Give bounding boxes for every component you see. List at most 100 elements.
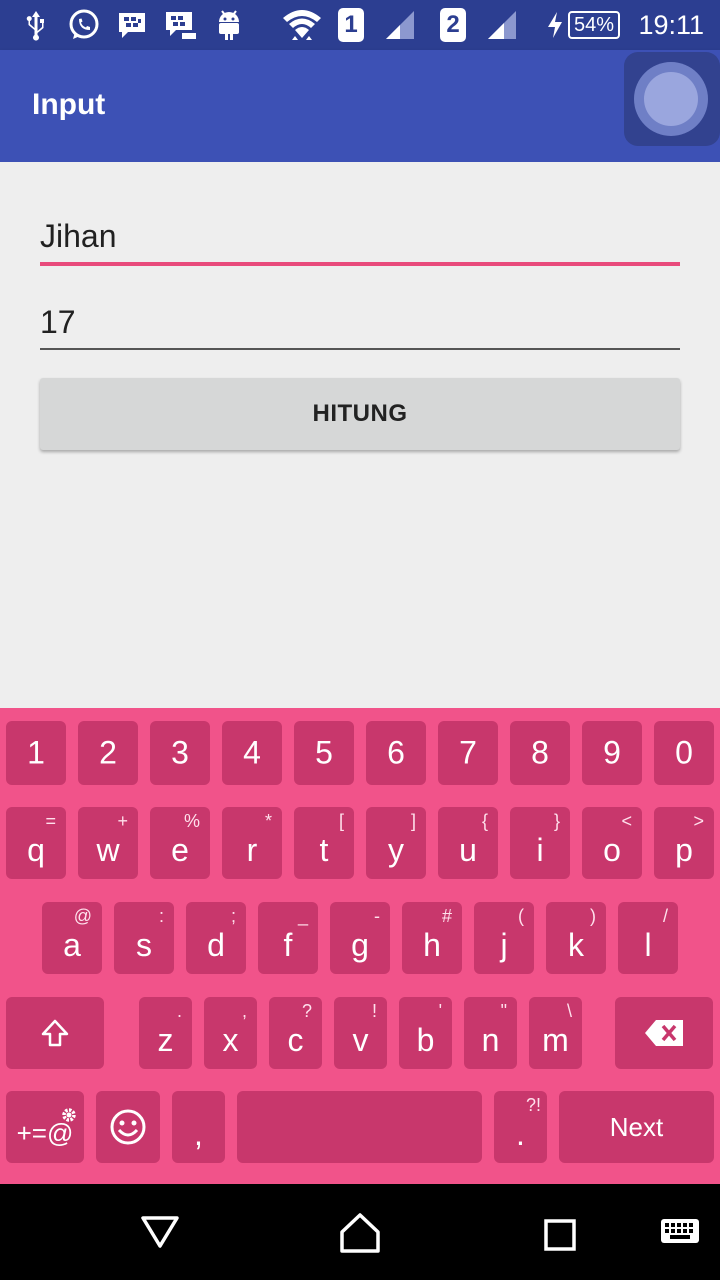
key-f-label: f	[283, 927, 293, 963]
key-a-hint: @	[73, 906, 92, 926]
key-k[interactable]: ) k	[546, 902, 606, 974]
status-bar: 1 2 54% 19:11	[0, 0, 720, 50]
name-input[interactable]: Jihan	[40, 218, 680, 266]
settings-icon	[60, 1095, 78, 1132]
period-key-label: .	[516, 1116, 525, 1152]
key-s-label: s	[136, 927, 152, 963]
key-2[interactable]: 2	[78, 721, 138, 785]
key-l-label: l	[644, 927, 652, 963]
key-g[interactable]: -g	[330, 902, 390, 974]
symbols-key[interactable]: +=@	[6, 1091, 84, 1163]
key-4[interactable]: 4	[222, 721, 282, 785]
key-b[interactable]: ' b	[399, 997, 452, 1069]
key-1[interactable]: 1	[6, 721, 66, 785]
backspace-icon	[645, 1020, 683, 1046]
comma-key[interactable]: ,	[172, 1091, 225, 1163]
key-7[interactable]: 7	[438, 721, 498, 785]
key-m-label: m	[542, 1022, 569, 1058]
key-6[interactable]: 6	[366, 721, 426, 785]
key-6-label: 6	[387, 734, 405, 771]
sim1-label: 1	[338, 8, 364, 42]
key-n[interactable]: " n	[464, 997, 517, 1069]
recents-button[interactable]	[543, 1218, 577, 1257]
key-o[interactable]: < o	[582, 807, 642, 879]
key-z-hint: .	[176, 1001, 182, 1021]
battery-percent: 54%	[568, 11, 621, 39]
back-button[interactable]	[140, 1214, 180, 1255]
key-l[interactable]: / l	[618, 902, 678, 974]
key-s[interactable]: :s	[114, 902, 174, 974]
main-content: Jihan 17 HITUNG	[0, 162, 720, 708]
shift-key[interactable]	[6, 997, 104, 1069]
key-3[interactable]: 3	[150, 721, 210, 785]
key-q[interactable]: = q	[6, 807, 66, 879]
key-w-label: w	[96, 832, 120, 868]
charging-icon	[544, 8, 566, 42]
key-b-hint: '	[438, 1001, 442, 1021]
period-key[interactable]: ?! .	[494, 1091, 547, 1163]
comma-key-label: ,	[194, 1116, 203, 1152]
key-u[interactable]: {u	[438, 807, 498, 879]
key-d[interactable]: ; d	[186, 902, 246, 974]
back-icon	[141, 1216, 179, 1248]
sim2-label: 2	[440, 8, 466, 42]
key-0[interactable]: 0	[654, 721, 714, 785]
key-z-label: z	[157, 1022, 174, 1058]
key-p-label: p	[675, 832, 693, 868]
key-e-hint: %	[183, 811, 200, 831]
key-i-hint: }	[553, 811, 560, 831]
app-bar: Input	[0, 50, 720, 162]
key-r-hint: *	[264, 811, 272, 831]
key-o-label: o	[603, 832, 621, 868]
key-j-label: j	[500, 927, 508, 963]
key-d-hint: ;	[230, 906, 236, 926]
key-j-hint: (	[518, 906, 524, 926]
key-8[interactable]: 8	[510, 721, 570, 785]
key-i[interactable]: } i	[510, 807, 570, 879]
key-0-label: 0	[675, 734, 693, 771]
key-g-hint: -	[374, 906, 380, 926]
whatsapp-icon	[66, 8, 102, 42]
key-c[interactable]: ? c	[269, 997, 322, 1069]
home-button[interactable]	[338, 1212, 382, 1259]
age-input[interactable]: 17	[40, 304, 680, 350]
space-key[interactable]	[237, 1091, 482, 1163]
key-a[interactable]: @ a	[42, 902, 102, 974]
key-x[interactable]: ,x	[204, 997, 257, 1069]
key-h[interactable]: # h	[402, 902, 462, 974]
period-key-hint: ?!	[525, 1095, 541, 1115]
backspace-key[interactable]	[615, 997, 713, 1069]
key-5-label: 5	[315, 734, 333, 771]
sim2-indicator: 2	[440, 8, 466, 42]
key-y[interactable]: ] y	[366, 807, 426, 879]
sim1-indicator: 1	[338, 8, 364, 42]
key-t[interactable]: [t	[294, 807, 354, 879]
key-n-hint: "	[500, 1001, 507, 1021]
floating-assistive-button[interactable]	[624, 52, 720, 146]
key-f-hint: _	[297, 906, 308, 926]
key-e[interactable]: % e	[150, 807, 210, 879]
key-4-label: 4	[243, 734, 261, 771]
key-h-label: h	[423, 927, 441, 963]
emoji-icon	[110, 1109, 146, 1145]
key-r[interactable]: * r	[222, 807, 282, 879]
key-p[interactable]: > p	[654, 807, 714, 879]
next-key[interactable]: Next	[559, 1091, 714, 1163]
key-i-label: i	[536, 832, 544, 868]
keyboard-switch-button[interactable]	[660, 1218, 700, 1251]
android-icon	[214, 8, 244, 42]
hitung-button[interactable]: HITUNG	[40, 378, 680, 450]
key-f[interactable]: _ f	[258, 902, 318, 974]
key-x-label: x	[222, 1022, 239, 1058]
key-u-hint: {	[481, 811, 488, 831]
key-z[interactable]: .z	[139, 997, 192, 1069]
key-w[interactable]: + w	[78, 807, 138, 879]
key-j[interactable]: (j	[474, 902, 534, 974]
key-v[interactable]: ! v	[334, 997, 387, 1069]
key-u-label: u	[459, 832, 477, 868]
signal-icon	[384, 8, 416, 42]
key-5[interactable]: 5	[294, 721, 354, 785]
key-9[interactable]: 9	[582, 721, 642, 785]
emoji-key[interactable]	[96, 1091, 160, 1163]
key-m[interactable]: \ m	[529, 997, 582, 1069]
